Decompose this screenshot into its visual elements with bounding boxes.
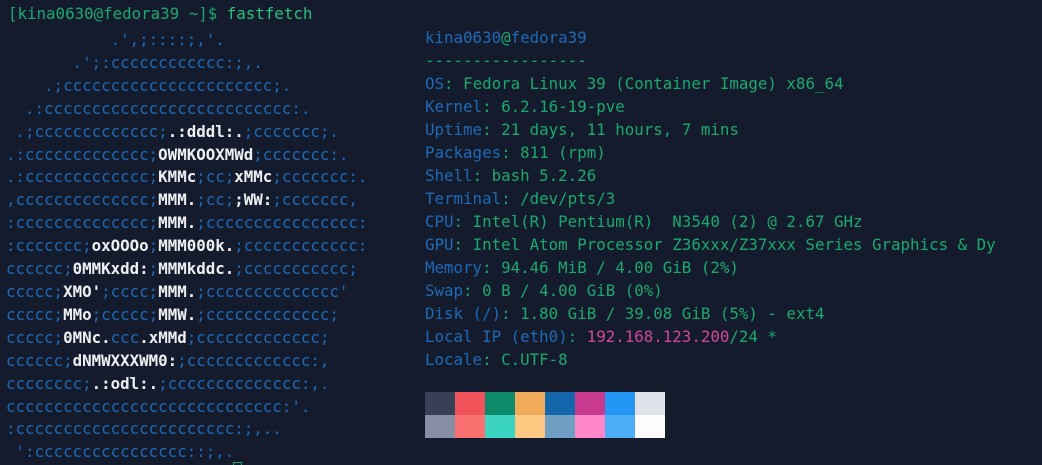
logo-line: cccccc;dNMWXXXWM0:;ccccccccccccc:, — [6, 350, 330, 370]
info-row-os: OS: Fedora Linux 39 (Container Image) x8… — [425, 74, 844, 93]
logo-line: .;ccccccccccccc;.:dddl:.;ccccccc;. — [6, 121, 339, 141]
logo-line: ccccc;0MNc.ccc.xMMd;ccccccccccccc; — [6, 327, 330, 347]
info-key: OS — [425, 74, 445, 93]
color-swatch-bright-2 — [485, 415, 515, 438]
info-value: bash 5.2.26 — [491, 166, 597, 185]
info-rows: OS: Fedora Linux 39 (Container Image) x8… — [425, 72, 996, 371]
color-swatch-bright-1 — [455, 415, 485, 438]
color-swatch-bright-6 — [605, 415, 635, 438]
color-palette — [425, 392, 665, 438]
username: kina0630 — [425, 28, 502, 47]
info-row-terminal: Terminal: /dev/pts/3 — [425, 189, 616, 208]
logo-line: :cccccccccccccc;MMM.;cccccccccccccccc: — [6, 213, 368, 233]
color-swatch-bright-7 — [635, 415, 665, 438]
info-row-shell: Shell: bash 5.2.26 — [425, 166, 597, 185]
logo-line: ,cccccccccccccc;MMM.;cc;;WW:;ccccccc, — [6, 190, 358, 210]
info-key: Local IP (eth0) — [425, 327, 568, 346]
usage-percent: 0% — [634, 281, 654, 300]
info-row-gpu: GPU: Intel Atom Processor Z36xxx/Z37xxx … — [425, 235, 996, 254]
system-info-panel: kina0630@fedora39 ----------------- OS: … — [425, 26, 996, 371]
at-sign: @ — [501, 28, 511, 47]
logo-line: .';:cccccccccccc:;,. — [6, 52, 263, 72]
info-value: 94.46 MiB / 4.00 GiB ( — [501, 258, 711, 277]
info-value: C.UTF-8 — [501, 350, 568, 369]
color-swatch-normal-7 — [635, 392, 665, 415]
color-swatch-normal-4 — [545, 392, 575, 415]
info-row-swap: Swap: 0 B / 4.00 GiB (0%) — [425, 281, 663, 300]
logo-line: .',;::::;,'. — [6, 30, 225, 49]
color-swatch-bright-0 — [425, 415, 455, 438]
color-swatch-bright-4 — [545, 415, 575, 438]
info-key: Uptime — [425, 120, 483, 139]
info-row-memory: Memory: 94.46 MiB / 4.00 GiB (2%) — [425, 258, 739, 277]
logo-line: ccccc;MMo;ccccc;MMW.;ccccccccccccc; — [6, 304, 339, 324]
color-swatch-normal-0 — [425, 392, 455, 415]
logo-line: .:cccccccccccccccccccccccccc:. — [6, 98, 311, 118]
terminal-window[interactable]: [kina0630@fedora39 ~]$ fastfetch .',;:::… — [0, 0, 1042, 465]
info-row-locale: Locale: C.UTF-8 — [425, 350, 568, 369]
prompt-text: [kina0630@fedora39 ~]$ — [8, 4, 227, 23]
info-row-cpu: CPU: Intel(R) Pentium(R) N3540 (2) @ 2.6… — [425, 212, 863, 231]
info-key: Kernel — [425, 97, 483, 116]
info-value: 0 B / 4.00 GiB ( — [482, 281, 635, 300]
info-key: Locale — [425, 350, 483, 369]
info-key: Memory — [425, 258, 483, 277]
usage-percent: 2% — [710, 258, 730, 277]
info-row-local-ip-eth0: Local IP (eth0): 192.168.123.200/24 * — [425, 327, 777, 346]
info-row-disk: Disk (/): 1.80 GiB / 39.08 GiB (5%) - ex… — [425, 304, 825, 323]
info-key: CPU — [425, 212, 454, 231]
hostname: fedora39 — [510, 28, 587, 47]
info-value: Intel(R) Pentium(R) N3540 (2) @ 2.67 GHz — [472, 212, 863, 231]
logo-line: :ccccccccccccccccccccccc:;,.. — [6, 419, 282, 439]
logo-line: .:ccccccccccccc;KMMc;cc;xMMc;ccccccc:. — [6, 167, 368, 187]
user-host-line: kina0630@fedora39 — [425, 26, 996, 49]
ip-address: 192.168.123.200 — [586, 327, 730, 346]
info-row-packages: Packages: 811 (rpm) — [425, 143, 606, 162]
shell-prompt: [kina0630@fedora39 ~]$ fastfetch — [8, 2, 312, 25]
info-key: Swap — [425, 281, 464, 300]
info-key: Disk (/) — [425, 304, 502, 323]
info-row-uptime: Uptime: 21 days, 11 hours, 7 mins — [425, 120, 739, 139]
logo-line: ccccc;XMO';cccc;MMM.;cccccccccccccc' — [6, 281, 349, 301]
logo-line: ccccccccccccccccccccccccccccc:'. — [6, 396, 311, 416]
info-value: Intel Atom Processor Z36xxx/Z37xxx Serie… — [472, 235, 996, 254]
logo-line: cccccccc;.:odl:.;cccccccccccccc:,. — [6, 373, 330, 393]
info-value: Fedora Linux 39 (Container Image) x86_64 — [463, 74, 844, 93]
command-text: fastfetch — [226, 4, 313, 23]
color-swatch-normal-3 — [515, 392, 545, 415]
logo-line: .;cccccccccccccccccccccc;. — [6, 75, 292, 95]
info-value: /dev/pts/3 — [520, 189, 616, 208]
info-key: GPU — [425, 235, 454, 254]
color-swatch-bright-3 — [515, 415, 545, 438]
info-key: Packages — [425, 143, 502, 162]
palette-row-bright — [425, 415, 665, 438]
separator-line: ----------------- — [425, 51, 587, 70]
color-swatch-normal-5 — [575, 392, 605, 415]
color-swatch-normal-6 — [605, 392, 635, 415]
color-swatch-normal-1 — [455, 392, 485, 415]
palette-row-normal — [425, 392, 665, 415]
logo-line: :ccccccc;oxOOOo;MMM000k.;cccccccccccc: — [6, 236, 368, 256]
info-value: 811 (rpm) — [520, 143, 606, 162]
logo-line: ':cccccccccccccccc::;,. — [6, 442, 235, 462]
color-swatch-bright-5 — [575, 415, 605, 438]
fedora-ascii-logo: .',;::::;,'. .';:cccccccccccc:;,. .;cccc… — [6, 29, 367, 464]
usage-percent: 5% — [729, 304, 749, 323]
info-row-kernel: Kernel: 6.2.16-19-pve — [425, 97, 625, 116]
logo-line: .:ccccccccccccc;OWMKOOXMWd;ccccccc:. — [6, 144, 349, 164]
info-key: Terminal — [425, 189, 502, 208]
info-value: 6.2.16-19-pve — [501, 97, 625, 116]
info-value: 1.80 GiB / 39.08 GiB ( — [520, 304, 730, 323]
info-key: Shell — [425, 166, 473, 185]
color-swatch-normal-2 — [485, 392, 515, 415]
info-value: 21 days, 11 hours, 7 mins — [501, 120, 739, 139]
logo-line: cccccc;0MMKxdd:;MMMkddc.;ccccccccccc; — [6, 259, 358, 279]
